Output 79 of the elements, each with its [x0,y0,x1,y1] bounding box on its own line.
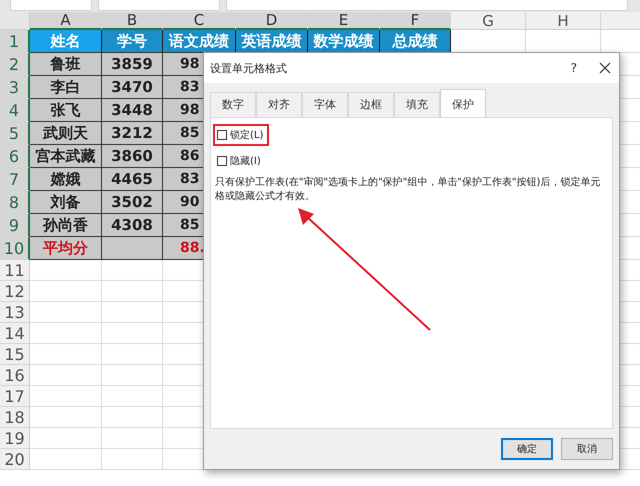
formula-bar[interactable] [226,0,628,11]
table-cell: 李白 [30,76,102,99]
checkbox[interactable] [217,130,227,140]
table-cell: 学号 [102,30,163,53]
column-header[interactable]: F [380,12,451,30]
table-cell [30,281,102,302]
row-header[interactable]: 11 [0,260,30,281]
table-cell: 鲁班 [30,53,102,76]
row-header[interactable]: 19 [0,428,30,449]
column-header[interactable] [601,12,640,30]
close-icon[interactable] [599,62,611,74]
toolbar-field[interactable] [98,0,220,11]
row-header[interactable]: 7 [0,168,30,191]
row-header[interactable]: 8 [0,191,30,214]
dialog-button[interactable]: 确定 [501,438,553,460]
row-header[interactable]: 17 [0,386,30,407]
table-cell: 4308 [102,214,163,237]
row-header[interactable]: 1 [0,30,30,53]
column-header[interactable]: G [451,12,526,30]
column-header[interactable]: C [163,12,236,30]
column-header[interactable]: B [102,12,163,30]
table-cell [102,237,163,260]
column-header[interactable]: H [526,12,601,30]
table-cell: 3502 [102,191,163,214]
row-header[interactable]: 6 [0,145,30,168]
table-cell: 孙尚香 [30,214,102,237]
table-cell: 语文成绩 [163,30,236,53]
table-cell: 3470 [102,76,163,99]
checkbox[interactable] [217,156,227,166]
row-header[interactable]: 12 [0,281,30,302]
table-cell [30,449,102,470]
row-header[interactable]: 14 [0,323,30,344]
row-header[interactable]: 18 [0,407,30,428]
table-cell [30,302,102,323]
name-box[interactable] [10,0,92,11]
table-cell: 英语成绩 [236,30,308,53]
table-cell: 刘备 [30,191,102,214]
tab[interactable]: 字体 [302,92,348,117]
row-header[interactable]: 9 [0,214,30,237]
table-cell [30,260,102,281]
table-cell: 武则天 [30,122,102,145]
table-cell [30,344,102,365]
table-cell: 张飞 [30,99,102,122]
row-header[interactable]: 5 [0,122,30,145]
table-cell [30,428,102,449]
row-header[interactable]: 16 [0,365,30,386]
table-cell: 3448 [102,99,163,122]
tab[interactable]: 填充 [394,92,440,117]
table-cell [30,386,102,407]
column-header[interactable]: E [308,12,380,30]
table-cell: 3859 [102,53,163,76]
row-header[interactable]: 2 [0,53,30,76]
table-cell: 3212 [102,122,163,145]
table-cell: 总成绩 [380,30,451,53]
table-cell: 姓名 [30,30,102,53]
help-button[interactable]: ? [570,61,577,75]
table-cell: 3860 [102,145,163,168]
column-header[interactable]: D [236,12,308,30]
row-header[interactable]: 4 [0,99,30,122]
table-cell: 宫本武藏 [30,145,102,168]
tab[interactable]: 保护 [440,89,486,117]
table-cell [30,365,102,386]
dialog-button[interactable]: 取消 [561,438,613,460]
tab[interactable]: 对齐 [256,92,302,117]
table-cell: 平均分 [30,237,102,260]
row-header[interactable]: 13 [0,302,30,323]
table-cell: 4465 [102,168,163,191]
tab[interactable]: 边框 [348,92,394,117]
row-header[interactable]: 3 [0,76,30,99]
column-header[interactable]: A [30,12,102,30]
row-header[interactable]: 10 [0,237,30,260]
select-all-corner[interactable] [0,12,30,30]
table-cell [30,323,102,344]
table-cell: 嫦娥 [30,168,102,191]
row-header[interactable]: 20 [0,449,30,470]
table-cell: 数学成绩 [308,30,380,53]
row-header[interactable]: 15 [0,344,30,365]
table-cell [30,407,102,428]
tab[interactable]: 数字 [210,92,256,117]
